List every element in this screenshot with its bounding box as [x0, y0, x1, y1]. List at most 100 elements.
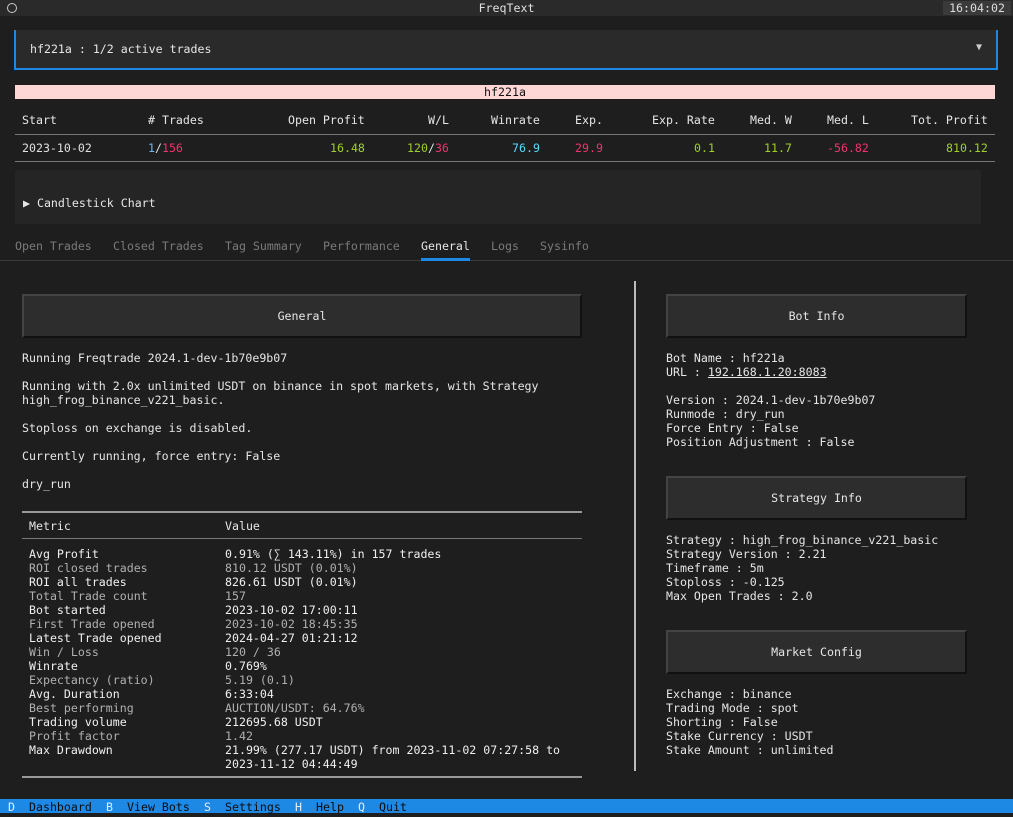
general-line: Running Freqtrade 2024.1-dev-1b70e9b07 — [22, 351, 288, 365]
metric-value: 157 — [225, 589, 246, 603]
metric-value: 21.99% (277.17 USDT) from 2023-11-02 07:… — [225, 743, 561, 757]
bot-url-link[interactable]: 192.168.1.20:8083 — [708, 365, 827, 379]
cell-wl-sep: / — [427, 141, 435, 155]
cell-trades: 1/156 — [148, 141, 183, 155]
strategy-max-open-trades: Max Open Trades : 2.0 — [666, 589, 813, 603]
metrics-header-divider — [22, 538, 582, 539]
bot-header: hf221a — [15, 85, 995, 99]
cell-losses: 36 — [434, 141, 449, 155]
metric-value: 1.42 — [225, 729, 253, 743]
metric-name: ROI closed trades — [29, 561, 148, 575]
active-tab-indicator — [421, 258, 470, 261]
col-header-winrate: Winrate — [491, 113, 540, 127]
bot-selector[interactable]: hf221a : 1/2 active trades ▼ — [14, 30, 998, 70]
metric-value: 810.12 USDT (0.01%) — [225, 561, 358, 575]
metric-value: 0.91% (∑ 143.11%) in 157 trades — [225, 547, 442, 561]
footer-dashboard[interactable]: Dashboard — [29, 800, 92, 814]
footer-key-b[interactable]: B — [106, 800, 113, 814]
footer-settings[interactable]: Settings — [225, 800, 281, 814]
tab-open-trades[interactable]: Open Trades — [15, 239, 92, 253]
market-trading-mode: Trading Mode : spot — [666, 701, 799, 715]
market-exchange: Exchange : binance — [666, 687, 792, 701]
metric-value: 6:33:04 — [225, 687, 274, 701]
bot-url-label: URL : — [666, 365, 708, 379]
bot-version: Version : 2024.1-dev-1b70e9b07 — [666, 393, 876, 407]
general-title-box: General — [22, 294, 582, 338]
strategy-stoploss: Stoploss : -0.125 — [666, 575, 785, 589]
metrics-header-metric: Metric — [29, 519, 71, 533]
tab-closed-trades[interactable]: Closed Trades — [113, 239, 204, 253]
metric-value: 120 / 36 — [225, 645, 281, 659]
col-header-wl: W/L — [428, 113, 449, 127]
cell-winrate: 76.9 — [512, 141, 540, 155]
metric-name: Max Drawdown — [29, 743, 113, 757]
market-stake-currency: Stake Currency : USDT — [666, 729, 813, 743]
clock: 16:04:02 — [943, 1, 1011, 15]
cell-open-profit: 16.48 — [330, 141, 365, 155]
bot-name: Bot Name : hf221a — [666, 351, 785, 365]
cell-med-w: 11.7 — [764, 141, 792, 155]
metric-name: Total Trade count — [29, 589, 148, 603]
strategy-info-title-box: Strategy Info — [666, 476, 967, 520]
metrics-header-value: Value — [225, 519, 260, 533]
metric-name: Bot started — [29, 603, 106, 617]
footer-view-bots[interactable]: View Bots — [127, 800, 190, 814]
table-divider — [15, 161, 995, 162]
cell-wins: 120 — [407, 141, 428, 155]
bot-position-adjustment: Position Adjustment : False — [666, 435, 855, 449]
metrics-table-top-border — [22, 511, 582, 513]
metric-value: 2024-04-27 01:21:12 — [225, 631, 358, 645]
cell-tot-profit: 810.12 — [946, 141, 988, 155]
panel-divider — [634, 281, 636, 771]
bot-selector-value: hf221a : 1/2 active trades — [30, 42, 212, 56]
strategy-timeframe: Timeframe : 5m — [666, 561, 764, 575]
metric-name: Profit factor — [29, 729, 120, 743]
metric-name: ROI all trades — [29, 575, 127, 589]
footer-key-s[interactable]: S — [204, 800, 211, 814]
tab-performance[interactable]: Performance — [323, 239, 400, 253]
footer-key-d[interactable]: D — [8, 800, 15, 814]
cell-exp: 29.9 — [575, 141, 603, 155]
tab-sysinfo[interactable]: Sysinfo — [540, 239, 589, 253]
tab-general[interactable]: General — [421, 239, 470, 253]
metric-name: First Trade opened — [29, 617, 155, 631]
footer-quit[interactable]: Quit — [379, 800, 407, 814]
metric-name: Avg. Duration — [29, 687, 120, 701]
metrics-table-bottom-border — [22, 776, 582, 778]
metric-name: Trading volume — [29, 715, 127, 729]
expand-arrow-icon: ▶ — [23, 196, 30, 210]
metric-value: 826.61 USDT (0.01%) — [225, 575, 358, 589]
metric-value: 212695.68 USDT — [225, 715, 323, 729]
general-line: Currently running, force entry: False — [22, 449, 281, 463]
strategy-name: Strategy : high_frog_binance_v221_basic — [666, 533, 939, 547]
market-shorting: Shorting : False — [666, 715, 778, 729]
cell-wl: 120/36 — [407, 141, 449, 155]
metric-name: Avg Profit — [29, 547, 99, 561]
general-line: high_frog_binance_v221_basic. — [22, 393, 225, 407]
market-config-title-box: Market Config — [666, 630, 967, 674]
metric-value: 5.19 (0.1) — [225, 673, 295, 687]
footer-key-q[interactable]: Q — [358, 800, 365, 814]
cell-exp-rate: 0.1 — [694, 141, 715, 155]
cell-trades-open: 1 — [148, 141, 155, 155]
table-divider — [15, 134, 995, 135]
col-header-trades: # Trades — [148, 113, 204, 127]
general-line: Stoploss on exchange is disabled. — [22, 421, 253, 435]
tab-tag-summary[interactable]: Tag Summary — [225, 239, 302, 253]
footer-key-h[interactable]: H — [295, 800, 302, 814]
general-line: dry_run — [22, 477, 71, 491]
metric-value-continuation: 2023-11-12 04:44:49 — [225, 757, 358, 771]
dropdown-arrow-icon[interactable]: ▼ — [976, 42, 982, 53]
candlestick-toggle[interactable]: ▶ Candlestick Chart — [23, 196, 156, 210]
footer-help[interactable]: Help — [316, 800, 344, 814]
window-title: FreqText — [478, 1, 535, 15]
metric-name: Winrate — [29, 659, 78, 673]
tab-logs[interactable]: Logs — [491, 239, 519, 253]
candlestick-chart-collapsible[interactable]: ▶ Candlestick Chart — [15, 170, 981, 224]
bot-runmode: Runmode : dry_run — [666, 407, 785, 421]
bot-force-entry: Force Entry : False — [666, 421, 799, 435]
metric-name: Best performing — [29, 701, 134, 715]
tab-bar-divider — [0, 260, 1013, 261]
candlestick-label: Candlestick Chart — [36, 196, 156, 210]
cell-trades-total: 156 — [161, 141, 183, 155]
